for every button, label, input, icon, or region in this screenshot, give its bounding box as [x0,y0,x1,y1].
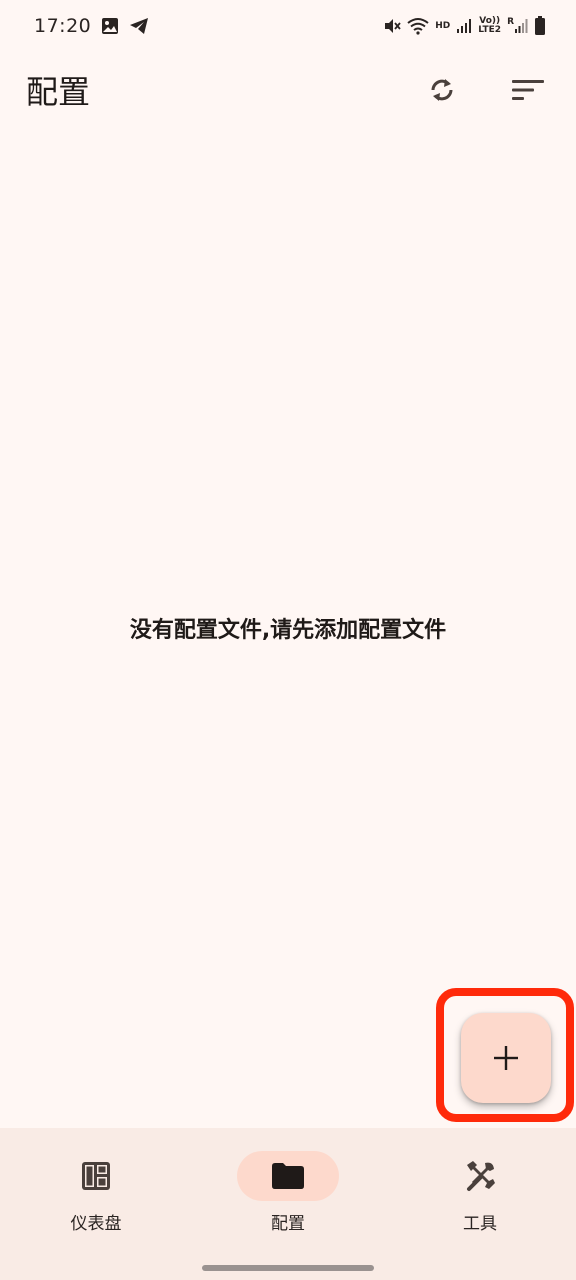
app-bar-actions [422,70,548,110]
battery-icon [534,16,546,36]
plus-icon [494,1046,518,1070]
screen: 17:20 HD Vo)) LTE2 R 配置 没有配置文件,请先添加配置文件 … [0,0,576,1280]
folder-icon [272,1163,304,1189]
telegram-icon [129,17,149,35]
sync-button[interactable] [422,70,462,110]
dashboard-icon [82,1162,110,1190]
nav-item-profiles[interactable]: 配置 [213,1151,363,1280]
tools-icon [467,1161,495,1191]
sort-icon [512,80,544,100]
app-bar: 配置 [0,52,576,128]
nav-item-tools[interactable]: 工具 [405,1151,555,1280]
status-time: 17:20 [34,15,92,37]
sync-icon [431,79,453,101]
image-icon [101,17,119,35]
nav-pill [45,1151,147,1201]
page-title: 配置 [26,73,91,111]
status-right: HD Vo)) LTE2 R [383,16,546,36]
nav-pill [429,1151,531,1201]
nav-pill-active [237,1151,339,1201]
signal-icon [514,18,528,34]
empty-state-message: 没有配置文件,请先添加配置文件 [129,618,447,643]
signal-icon [456,18,472,34]
bottom-nav: 仪表盘 配置 工具 [0,1128,576,1280]
nav-item-dashboard[interactable]: 仪表盘 [21,1151,171,1280]
home-indicator[interactable] [202,1265,374,1271]
nav-label-profiles: 配置 [271,1214,305,1234]
volte-indicator: Vo)) LTE2 [478,17,501,35]
add-profile-button[interactable] [461,1013,551,1103]
wifi-icon [407,17,429,35]
status-bar: 17:20 HD Vo)) LTE2 R [0,0,576,52]
hd-label: HD [435,20,451,31]
mute-icon [383,17,401,35]
status-left: 17:20 [34,15,149,37]
nav-label-dashboard: 仪表盘 [70,1214,122,1234]
lte-label: LTE2 [478,25,502,35]
sort-button[interactable] [508,70,548,110]
nav-label-tools: 工具 [463,1214,497,1234]
roaming-signal: R [507,18,528,34]
roaming-label: R [507,17,514,27]
